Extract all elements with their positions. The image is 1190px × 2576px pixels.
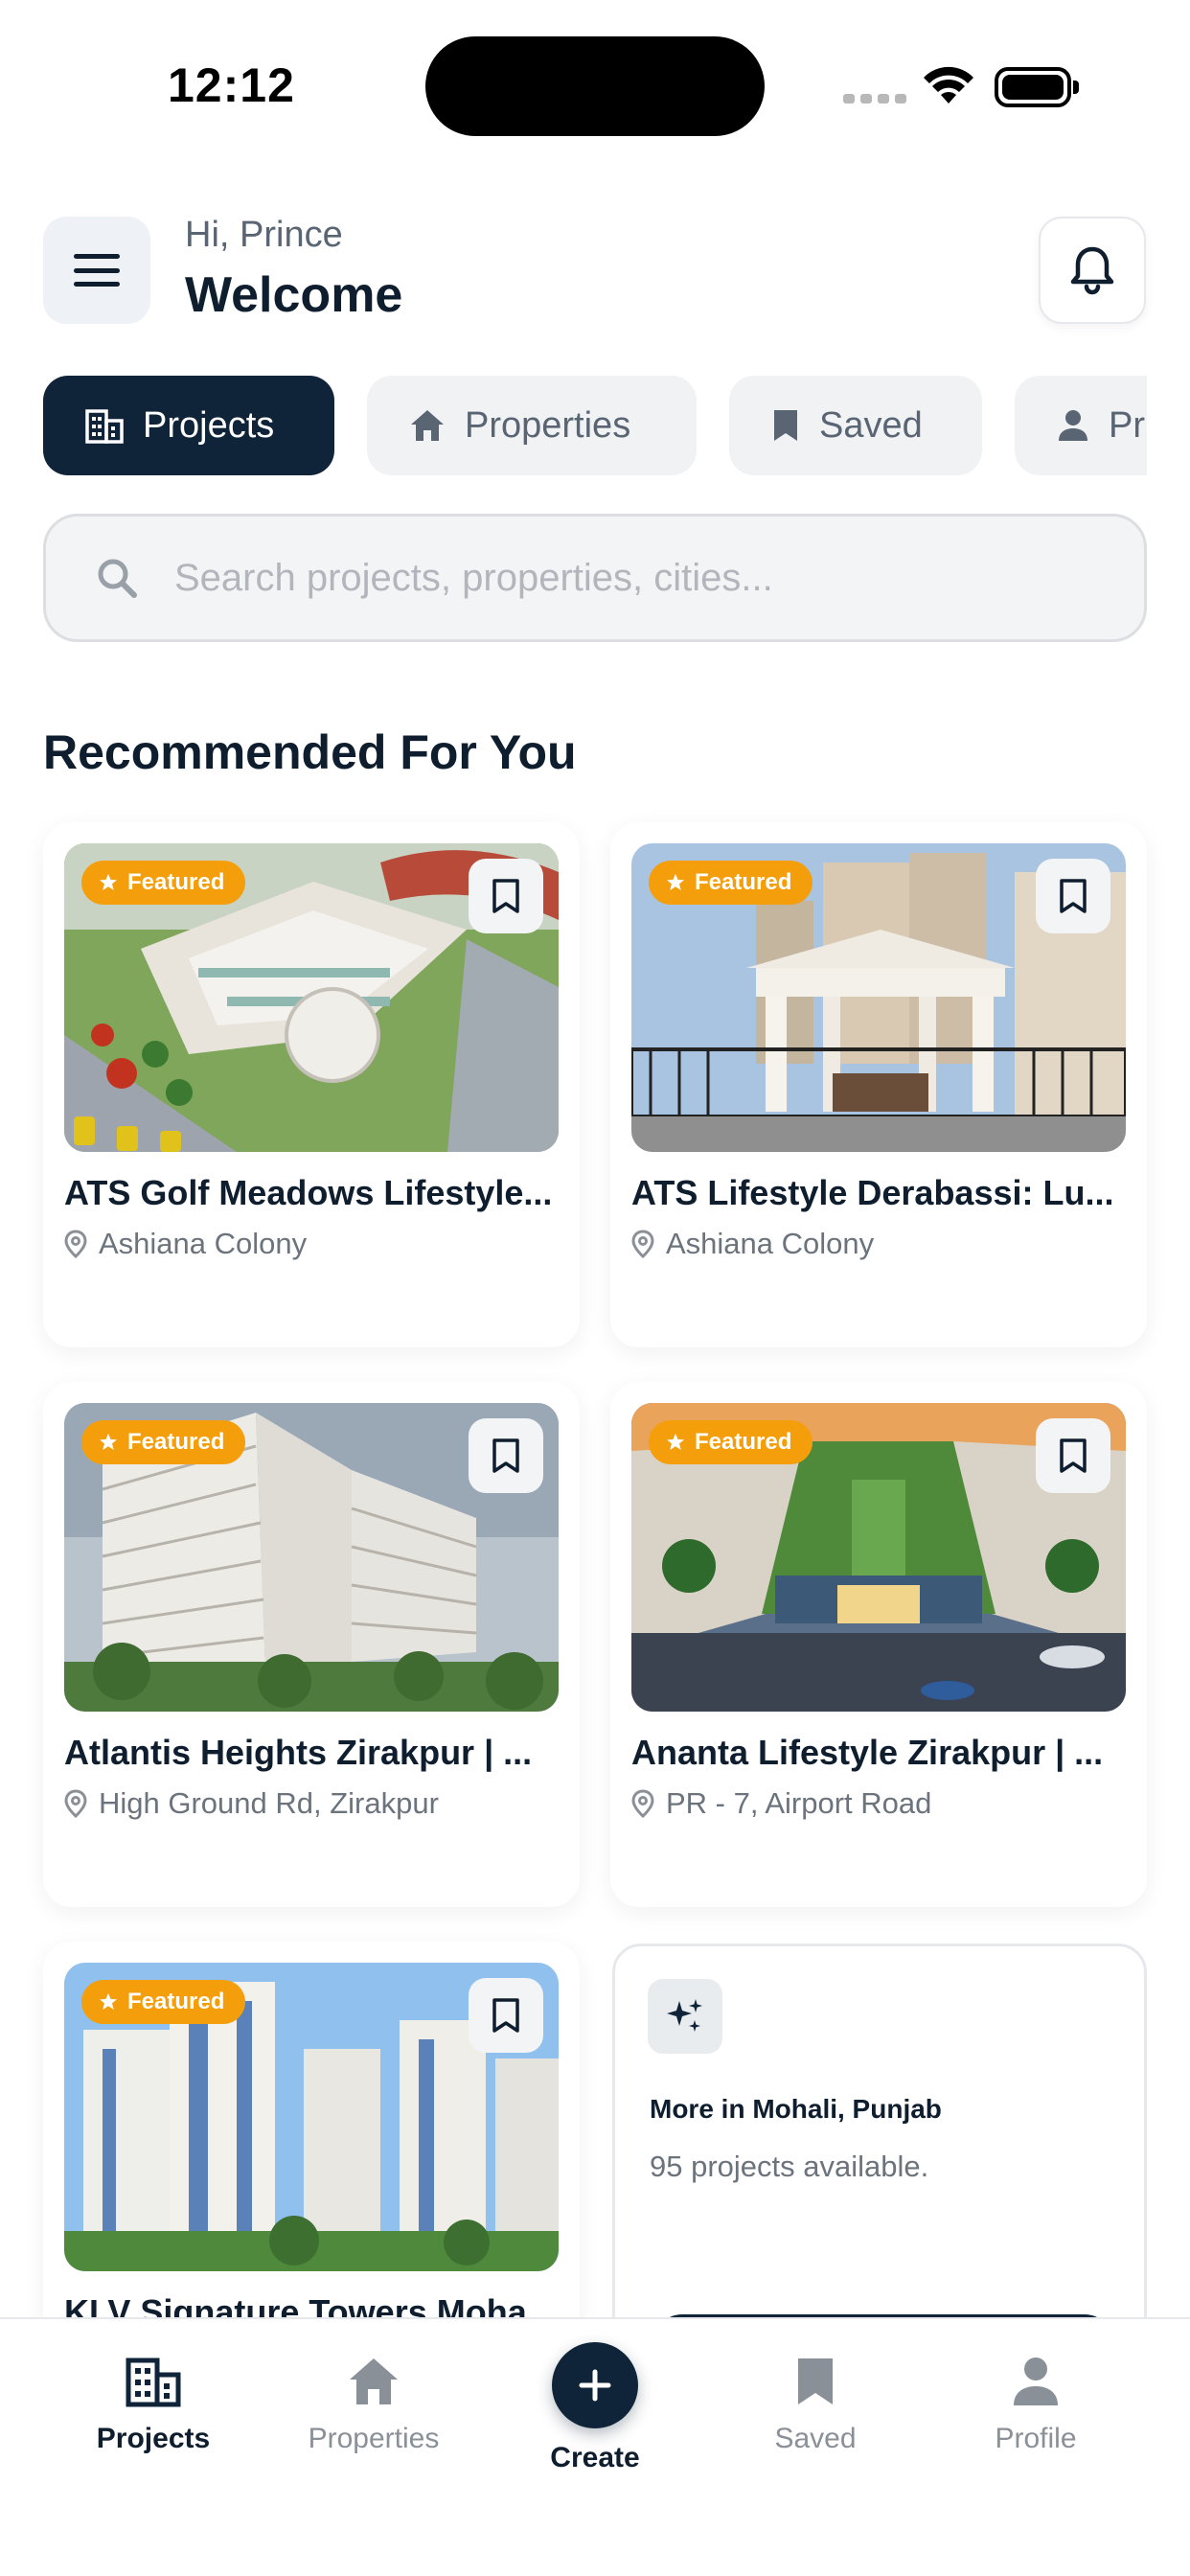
bookmark-outline-icon xyxy=(492,1998,519,2033)
featured-badge-label: Featured xyxy=(695,869,792,895)
project-image: Featured xyxy=(64,843,559,1152)
save-button[interactable] xyxy=(1036,859,1110,933)
project-title: Ananta Lifestyle Zirakpur | ... xyxy=(631,1733,1104,1772)
nav-projects[interactable]: Projects xyxy=(57,2356,249,2455)
featured-badge-label: Featured xyxy=(127,1429,225,1455)
star-icon xyxy=(667,874,684,890)
create-button[interactable] xyxy=(552,2342,638,2428)
menu-button[interactable] xyxy=(43,217,150,324)
project-card[interactable]: Featured ATS Lifestyle Derabassi: Lu... … xyxy=(610,822,1147,1347)
project-location-label: High Ground Rd, Zirakpur xyxy=(99,1786,439,1820)
project-location-label: Ashiana Colony xyxy=(666,1227,875,1260)
search-icon xyxy=(98,559,137,598)
status-bar: 12:12 xyxy=(0,0,1190,144)
featured-badge: Featured xyxy=(81,861,246,905)
nav-properties-label: Properties xyxy=(308,2423,440,2454)
featured-badge-label: Featured xyxy=(127,1989,225,2014)
greeting-text: Hi, Prince xyxy=(185,215,343,255)
project-image: Featured xyxy=(631,843,1126,1152)
tab-profile[interactable]: Pr xyxy=(1015,376,1147,475)
nav-saved-label: Saved xyxy=(774,2423,857,2454)
bell-icon xyxy=(1070,246,1114,295)
tab-projects-label: Projects xyxy=(143,404,275,446)
more-title: More in Mohali, Punjab xyxy=(650,2094,942,2124)
bookmark-outline-icon xyxy=(1060,879,1087,913)
signal-icon xyxy=(843,94,906,104)
hamburger-icon xyxy=(74,254,120,287)
project-card[interactable]: Featured Ananta Lifestyle Zirakpur | ...… xyxy=(610,1382,1147,1907)
wifi-icon xyxy=(924,66,973,104)
more-projects-card[interactable]: More in Mohali, Punjab 95 projects avail… xyxy=(612,1944,1147,2375)
sparkle-icon xyxy=(648,1979,722,2054)
home-icon xyxy=(350,2358,398,2404)
tab-properties-label: Properties xyxy=(465,404,631,446)
project-location-label: Ashiana Colony xyxy=(99,1227,308,1260)
person-icon xyxy=(1014,2358,1058,2405)
project-location: PR - 7, Airport Road xyxy=(631,1786,931,1821)
location-pin-icon xyxy=(631,1789,654,1818)
bottom-nav: Projects Properties Create Saved Profile xyxy=(0,2317,1190,2576)
nav-profile-label: Profile xyxy=(995,2423,1077,2454)
building-icon xyxy=(85,409,124,444)
featured-badge-label: Featured xyxy=(695,1429,792,1455)
nav-create-label: Create xyxy=(550,2442,640,2473)
save-button[interactable] xyxy=(1036,1418,1110,1493)
location-pin-icon xyxy=(64,1789,87,1818)
star-icon xyxy=(100,874,117,890)
home-icon xyxy=(411,410,444,441)
project-title: ATS Lifestyle Derabassi: Lu... xyxy=(631,1173,1114,1212)
nav-saved[interactable]: Saved xyxy=(720,2356,911,2455)
save-button[interactable] xyxy=(469,859,543,933)
tab-saved[interactable]: Saved xyxy=(729,376,982,475)
featured-badge: Featured xyxy=(81,1980,246,2024)
star-icon xyxy=(667,1434,684,1450)
bookmark-outline-icon xyxy=(1060,1438,1087,1473)
nav-properties[interactable]: Properties xyxy=(278,2356,469,2455)
save-button[interactable] xyxy=(469,1978,543,2053)
featured-badge: Featured xyxy=(649,861,813,905)
project-image: Featured xyxy=(64,1403,559,1712)
project-card[interactable]: Featured ATS Golf Meadows Lifestyle... A… xyxy=(43,822,580,1347)
person-icon xyxy=(1059,410,1087,441)
dynamic-island xyxy=(425,36,765,136)
search-bar[interactable] xyxy=(43,514,1147,642)
project-title: Atlantis Heights Zirakpur | ... xyxy=(64,1733,533,1772)
tab-properties[interactable]: Properties xyxy=(367,376,697,475)
nav-projects-label: Projects xyxy=(96,2423,211,2454)
tab-profile-label: Pr xyxy=(1109,404,1145,446)
category-tabs: Projects Properties Saved Pr xyxy=(43,376,1147,477)
nav-profile[interactable]: Profile xyxy=(940,2356,1132,2455)
project-image: Featured xyxy=(631,1403,1126,1712)
star-icon xyxy=(100,1993,117,2010)
project-title: ATS Golf Meadows Lifestyle... xyxy=(64,1173,553,1212)
search-input[interactable] xyxy=(174,556,1037,600)
notifications-button[interactable] xyxy=(1039,217,1146,324)
tab-saved-label: Saved xyxy=(819,404,923,446)
location-pin-icon xyxy=(631,1230,654,1258)
section-title: Recommended For You xyxy=(43,725,577,779)
more-subtitle: 95 projects available. xyxy=(650,2150,929,2183)
plus-icon xyxy=(579,2369,611,2402)
location-pin-icon xyxy=(64,1230,87,1258)
tab-projects[interactable]: Projects xyxy=(43,376,334,475)
project-image: Featured xyxy=(64,1963,559,2271)
bookmark-icon xyxy=(774,410,797,441)
project-location-label: PR - 7, Airport Road xyxy=(666,1786,932,1820)
featured-badge: Featured xyxy=(81,1420,246,1464)
featured-badge: Featured xyxy=(649,1420,813,1464)
battery-icon xyxy=(995,67,1079,107)
bookmark-icon xyxy=(798,2358,833,2404)
project-location: Ashiana Colony xyxy=(631,1227,874,1261)
building-icon xyxy=(126,2358,181,2407)
project-location: High Ground Rd, Zirakpur xyxy=(64,1786,439,1821)
star-icon xyxy=(100,1434,117,1450)
bookmark-outline-icon xyxy=(492,879,519,913)
project-card[interactable]: Featured Atlantis Heights Zirakpur | ...… xyxy=(43,1382,580,1907)
featured-badge-label: Featured xyxy=(127,869,225,895)
save-button[interactable] xyxy=(469,1418,543,1493)
project-location: Ashiana Colony xyxy=(64,1227,307,1261)
status-time: 12:12 xyxy=(168,58,295,112)
page-title: Welcome xyxy=(185,267,403,323)
bookmark-outline-icon xyxy=(492,1438,519,1473)
